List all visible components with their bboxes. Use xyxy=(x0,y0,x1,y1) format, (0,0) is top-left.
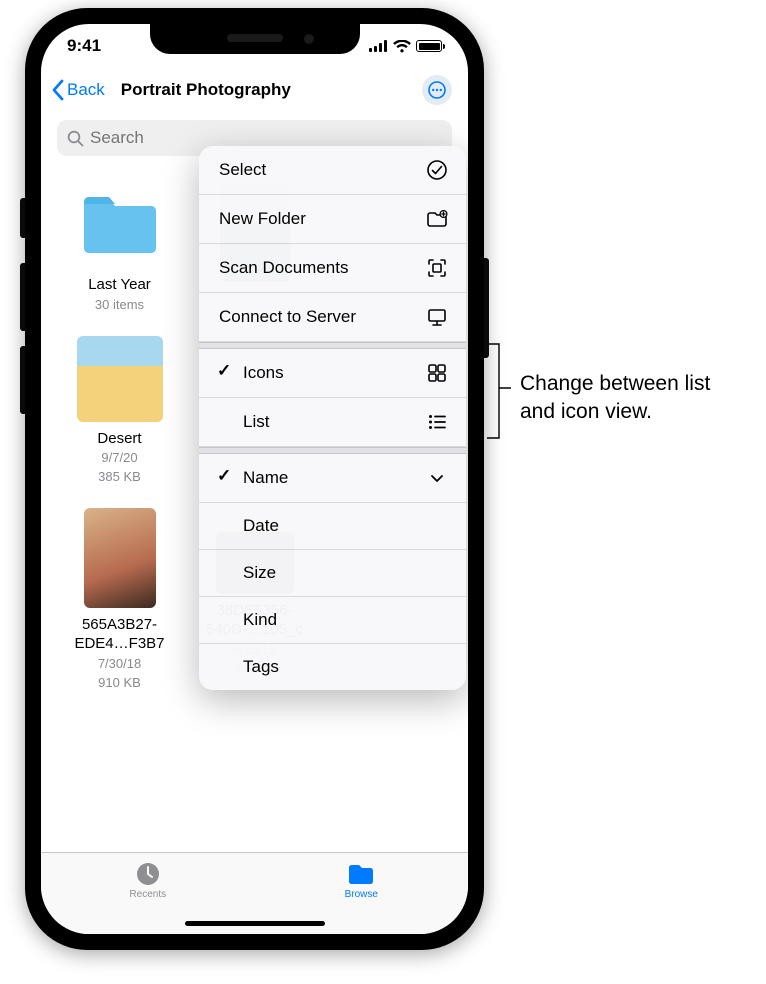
menu-item-new-folder[interactable]: New Folder xyxy=(199,195,466,244)
item-size: 910 KB xyxy=(98,675,141,692)
cellular-icon xyxy=(369,40,388,52)
tab-label: Recents xyxy=(129,889,166,900)
menu-item-sort-size[interactable]: Size xyxy=(199,550,466,597)
menu-item-label: Name xyxy=(243,468,288,488)
volume-down-button xyxy=(20,346,25,414)
grid-icon xyxy=(426,362,448,384)
iphone-device-frame: 9:41 Back Portrait Photography xyxy=(25,8,484,950)
menu-item-sort-name[interactable]: Name xyxy=(199,454,466,503)
chevron-left-icon xyxy=(51,79,65,101)
menu-item-label: Tags xyxy=(243,657,279,677)
callout-bracket xyxy=(485,342,513,440)
menu-item-list-view[interactable]: List xyxy=(199,398,466,447)
menu-item-select[interactable]: Select xyxy=(199,146,466,195)
menu-item-sort-date[interactable]: Date xyxy=(199,503,466,550)
folder-icon xyxy=(77,182,163,268)
menu-item-label: Icons xyxy=(243,363,284,383)
server-icon xyxy=(426,306,448,328)
menu-item-label: Date xyxy=(243,516,279,536)
home-indicator[interactable] xyxy=(185,921,325,926)
photo-thumbnail xyxy=(84,508,156,608)
menu-separator xyxy=(199,342,466,349)
callout-text: Change between list and icon view. xyxy=(520,370,750,427)
back-button[interactable]: Back xyxy=(51,79,105,101)
item-size: 385 KB xyxy=(98,469,141,486)
item-subtitle: 30 items xyxy=(95,297,144,314)
wifi-icon xyxy=(393,40,411,53)
scan-icon xyxy=(426,257,448,279)
menu-item-sort-tags[interactable]: Tags xyxy=(199,644,466,690)
photo-thumbnail xyxy=(77,336,163,422)
folder-plus-icon xyxy=(426,208,448,230)
menu-item-label: List xyxy=(243,412,269,432)
item-name: 565A3B27-EDE4…F3B7 xyxy=(65,616,175,654)
screen: 9:41 Back Portrait Photography xyxy=(41,24,468,934)
ellipsis-circle-icon xyxy=(428,81,446,99)
more-button[interactable] xyxy=(422,75,452,105)
list-icon xyxy=(426,411,448,433)
check-circle-icon xyxy=(426,159,448,181)
clock-icon xyxy=(134,861,162,887)
menu-item-icons-view[interactable]: Icons xyxy=(199,349,466,398)
page-title: Portrait Photography xyxy=(105,80,422,100)
menu-item-label: Select xyxy=(219,160,266,180)
grid-item[interactable]: Desert 9/7/20 385 KB xyxy=(59,336,180,487)
menu-item-label: Scan Documents xyxy=(219,258,348,278)
item-date: 9/7/20 xyxy=(101,450,137,467)
menu-item-label: Kind xyxy=(243,610,277,630)
navigation-bar: Back Portrait Photography xyxy=(41,68,468,112)
item-date: 7/30/18 xyxy=(98,656,141,673)
grid-item-folder[interactable]: Last Year 30 items xyxy=(59,182,180,314)
menu-item-scan-documents[interactable]: Scan Documents xyxy=(199,244,466,293)
chevron-down-icon xyxy=(426,467,448,489)
tab-label: Browse xyxy=(345,889,378,900)
grid-item[interactable]: 565A3B27-EDE4…F3B7 7/30/18 910 KB xyxy=(59,508,180,691)
item-name: Last Year xyxy=(88,276,151,295)
notch xyxy=(150,24,360,54)
folder-icon xyxy=(346,861,376,887)
menu-separator xyxy=(199,447,466,454)
menu-item-label: Connect to Server xyxy=(219,307,356,327)
volume-up-button xyxy=(20,263,25,331)
more-menu: Select New Folder Scan Documents Connect… xyxy=(199,146,466,690)
battery-icon xyxy=(416,40,442,52)
back-label: Back xyxy=(67,80,105,100)
search-input[interactable] xyxy=(90,128,442,148)
search-icon xyxy=(67,130,84,147)
menu-item-label: Size xyxy=(243,563,276,583)
item-name: Desert xyxy=(97,430,141,449)
tab-bar: Recents Browse xyxy=(41,852,468,934)
menu-item-sort-kind[interactable]: Kind xyxy=(199,597,466,644)
status-time: 9:41 xyxy=(67,36,101,56)
menu-item-label: New Folder xyxy=(219,209,306,229)
menu-item-connect-server[interactable]: Connect to Server xyxy=(199,293,466,342)
